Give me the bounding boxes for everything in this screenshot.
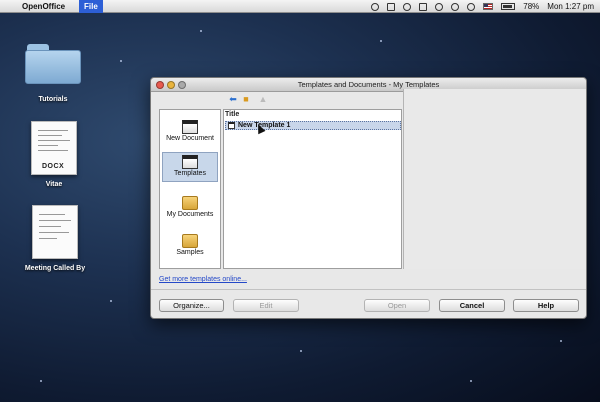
desktop-folder-tutorials[interactable]: Tutorials: [20, 42, 86, 103]
nav-templates[interactable]: Templates: [162, 152, 218, 182]
time-machine-icon[interactable]: [435, 2, 444, 11]
my-documents-icon: [182, 196, 198, 210]
docx-badge: DOCX: [42, 163, 65, 170]
column-header-title[interactable]: Title: [225, 111, 239, 118]
folder-icon: [23, 42, 83, 86]
battery-icon[interactable]: [501, 3, 516, 10]
app-menu[interactable]: OpenOffice: [22, 0, 65, 13]
back-icon[interactable]: ⬅: [227, 94, 239, 104]
nav-label: My Documents: [166, 211, 214, 218]
organize-button[interactable]: Organize...: [159, 299, 224, 312]
bluetooth-icon[interactable]: [451, 2, 460, 11]
divider: [151, 289, 586, 290]
dialog-title: Templates and Documents - My Templates: [297, 80, 440, 89]
docx-file-icon: DOCX: [31, 121, 77, 175]
desktop-item-label: Vitae: [45, 181, 63, 188]
menu-bar: OpenOffice File 78% Mon 1:27 pm: [0, 0, 600, 13]
screen-icon[interactable]: [387, 2, 396, 11]
desktop-file-meeting[interactable]: Meeting Called By: [18, 205, 92, 272]
desktop-item-label: Tutorials: [38, 96, 68, 103]
templates-icon: [182, 155, 198, 169]
desktop-item-label: Meeting Called By: [24, 265, 86, 272]
cancel-button[interactable]: Cancel: [439, 299, 505, 312]
desktop-file-vitae[interactable]: DOCX Vitae: [24, 121, 84, 188]
open-button[interactable]: Open: [364, 299, 430, 312]
file-menu[interactable]: File: [79, 0, 103, 13]
record-icon[interactable]: [371, 2, 380, 11]
template-list: Title New Template 1: [223, 109, 402, 269]
nav-my-documents[interactable]: My Documents: [162, 194, 218, 226]
help-button[interactable]: Help: [513, 299, 579, 312]
sync-icon[interactable]: [403, 2, 412, 11]
template-icon: [228, 122, 235, 129]
nav-samples[interactable]: Samples: [162, 232, 218, 258]
get-more-templates-link[interactable]: Get more templates online...: [159, 276, 247, 283]
new-document-icon: [182, 120, 198, 134]
category-pane: New Document Templates My Documents Samp…: [159, 109, 221, 269]
us-flag-icon[interactable]: [483, 3, 494, 10]
clock[interactable]: Mon 1:27 pm: [547, 0, 594, 13]
folder-up-icon[interactable]: ■: [240, 94, 252, 104]
edit-button[interactable]: Edit: [233, 299, 299, 312]
status-area: 78% Mon 1:27 pm: [371, 0, 594, 13]
list-item[interactable]: New Template 1: [225, 121, 401, 130]
print-icon[interactable]: ▲: [257, 94, 269, 104]
minimize-icon[interactable]: [167, 81, 175, 89]
nav-label: New Document: [166, 135, 214, 142]
wifi-icon[interactable]: [467, 2, 476, 11]
nav-new-document[interactable]: New Document: [162, 118, 218, 148]
templates-dialog: Templates and Documents - My Templates ⬅…: [150, 77, 587, 319]
pen-icon[interactable]: [419, 2, 428, 11]
preview-pane: [403, 89, 586, 269]
nav-label: Templates: [174, 170, 206, 177]
samples-icon: [182, 234, 198, 248]
battery-percent: 78%: [523, 2, 540, 11]
close-icon[interactable]: [156, 81, 164, 89]
zoom-icon[interactable]: [178, 81, 186, 89]
nav-label: Samples: [176, 249, 204, 256]
document-file-icon: [32, 205, 78, 259]
